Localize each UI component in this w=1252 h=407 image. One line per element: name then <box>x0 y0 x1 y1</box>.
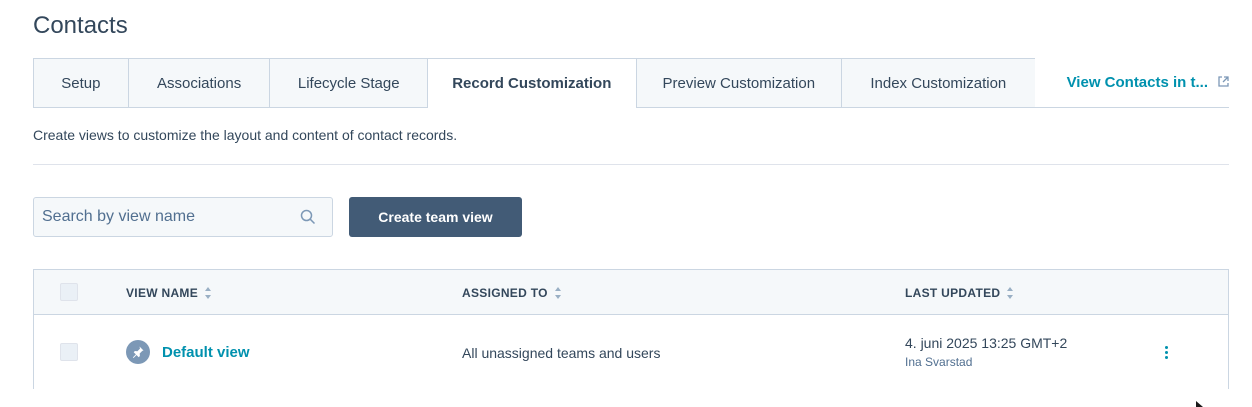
page-description: Create views to customize the layout and… <box>33 127 458 143</box>
search-input[interactable] <box>34 207 294 227</box>
settings-tabs: Setup Associations Lifecycle Stage Recor… <box>33 58 1229 108</box>
create-team-view-button[interactable]: Create team view <box>349 197 522 237</box>
mouse-cursor-icon <box>1196 401 1203 407</box>
search-icon[interactable] <box>300 209 316 225</box>
page-title: Contacts <box>33 12 128 39</box>
assigned-to-cell: All unassigned teams and users <box>462 345 661 361</box>
view-name-link[interactable]: Default view <box>162 344 250 361</box>
sort-icon <box>1007 287 1014 299</box>
select-all-checkbox[interactable] <box>60 283 78 301</box>
tab-index-customization[interactable]: Index Customization <box>841 58 1036 107</box>
column-header-last-updated[interactable]: LAST UPDATED <box>905 286 1014 300</box>
column-header-view-name[interactable]: VIEW NAME <box>126 286 212 300</box>
more-vertical-icon[interactable] <box>1158 342 1174 362</box>
sort-icon <box>554 287 561 299</box>
tab-setup[interactable]: Setup <box>33 58 129 107</box>
tab-preview-customization[interactable]: Preview Customization <box>635 58 843 107</box>
column-header-label: LAST UPDATED <box>905 286 1001 300</box>
view-contacts-link-label: View Contacts in t... <box>1066 74 1208 91</box>
tab-record-customization[interactable]: Record Customization <box>427 58 637 108</box>
external-link-icon <box>1218 75 1229 90</box>
pin-icon <box>126 340 150 364</box>
row-checkbox[interactable] <box>60 343 78 361</box>
tab-lifecycle-stage[interactable]: Lifecycle Stage <box>269 58 429 107</box>
views-table: VIEW NAME ASSIGNED TO LAST UPDATED Defau… <box>33 269 1229 389</box>
view-contacts-link[interactable]: View Contacts in t... <box>1034 58 1229 107</box>
divider <box>33 164 1229 165</box>
column-header-assigned-to[interactable]: ASSIGNED TO <box>462 286 562 300</box>
column-header-label: VIEW NAME <box>126 286 199 300</box>
sort-icon <box>205 287 212 299</box>
table-row: Default view All unassigned teams and us… <box>34 315 1228 389</box>
last-updated-date: 4. juni 2025 13:25 GMT+2 <box>905 335 1068 351</box>
search-box <box>33 197 333 237</box>
last-updated-user: Ina Svarstad <box>905 355 973 369</box>
tab-associations[interactable]: Associations <box>127 58 271 107</box>
table-header: VIEW NAME ASSIGNED TO LAST UPDATED <box>34 270 1228 315</box>
column-header-label: ASSIGNED TO <box>462 286 548 300</box>
